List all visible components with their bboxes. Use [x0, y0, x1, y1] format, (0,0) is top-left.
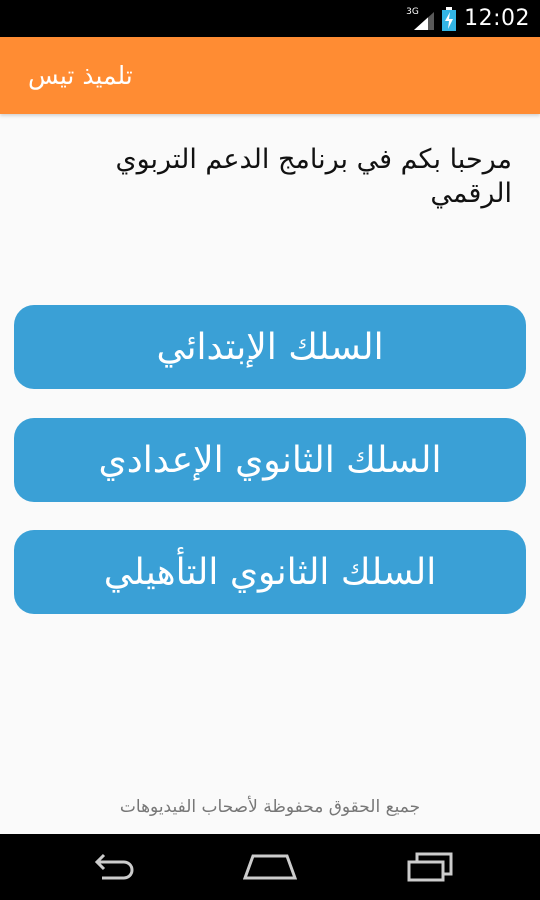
home-icon: [243, 854, 297, 880]
app-bar: تلميذ تيس: [0, 37, 540, 114]
back-icon: [94, 853, 134, 880]
footer-copyright: جميع الحقوق محفوظة لأصحاب الفيديوهات: [119, 797, 421, 817]
status-icons: 3G 12:02: [406, 0, 530, 37]
signal-indicator: 3G: [406, 7, 435, 31]
welcome-text: مرحبا بكم في برنامج الدعم التربوي الرقمي: [115, 144, 512, 209]
back-button[interactable]: [62, 834, 162, 900]
navigation-bar: [0, 834, 540, 900]
middle-school-button[interactable]: السلك الثانوي الإعدادي: [14, 418, 526, 502]
battery-charging-icon: [442, 6, 457, 31]
high-school-button[interactable]: السلك الثانوي التأهيلي: [14, 530, 526, 614]
status-bar: 3G 12:02: [0, 0, 540, 37]
app-title: تلميذ تيس: [28, 61, 133, 90]
signal-icon: [414, 11, 435, 30]
clock: 12:02: [464, 6, 530, 31]
primary-cycle-button[interactable]: السلك الإبتدائي: [14, 305, 526, 389]
recent-apps-button[interactable]: [380, 834, 480, 900]
recent-apps-icon: [407, 852, 453, 882]
home-button[interactable]: [220, 834, 320, 900]
